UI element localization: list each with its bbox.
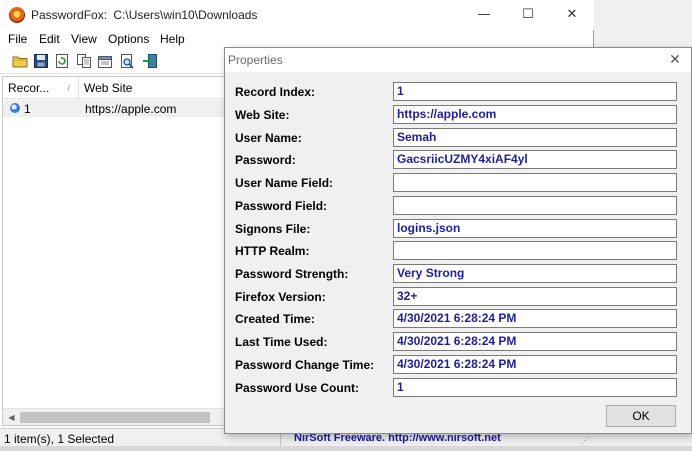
label-http-realm: HTTP Realm: [235, 244, 310, 258]
refresh-icon[interactable] [54, 53, 71, 69]
properties-icon[interactable] [97, 53, 114, 69]
field-web-site[interactable]: https://apple.com [393, 105, 677, 124]
close-button[interactable]: ✕ [550, 4, 594, 26]
dialog-close-button[interactable]: ✕ [663, 49, 687, 71]
field-record-index[interactable]: 1 [393, 82, 677, 101]
field-last-time-used[interactable]: 4/30/2021 6:28:24 PM [393, 332, 677, 351]
exit-icon[interactable] [142, 53, 159, 69]
field-password[interactable]: GacsriicUZMY4xiAF4yl [393, 150, 677, 169]
column-header-record[interactable]: Recor... / [3, 77, 79, 99]
horizontal-scrollbar[interactable]: ◀ [3, 408, 225, 425]
main-title-bar[interactable]: PasswordFox: C:\Users\win10\Downloads — … [0, 0, 594, 30]
scrollbar-thumb[interactable] [20, 412, 210, 423]
menu-help[interactable]: Help [160, 32, 185, 46]
field-password-field[interactable] [393, 196, 677, 215]
label-password-field: Password Field: [235, 199, 328, 213]
record-globe-icon [10, 103, 20, 113]
open-folder-icon[interactable] [12, 53, 29, 69]
label-password-strength: Password Strength: [235, 267, 349, 281]
menu-options[interactable]: Options [108, 32, 149, 46]
label-web-site: Web Site: [235, 108, 290, 122]
field-password-strength[interactable]: Very Strong [393, 264, 677, 283]
field-user-name-field[interactable] [393, 173, 677, 192]
field-password-change-time[interactable]: 4/30/2021 6:28:24 PM [393, 355, 677, 374]
resize-grip-icon[interactable]: ⋰ [580, 434, 592, 446]
main-window-title: PasswordFox: C:\Users\win10\Downloads [31, 8, 257, 22]
field-created-time[interactable]: 4/30/2021 6:28:24 PM [393, 309, 677, 328]
label-record-index: Record Index: [235, 85, 316, 99]
field-user-name[interactable]: Semah [393, 128, 677, 147]
column-header-web-site-label: Web Site [84, 81, 133, 95]
minimize-button[interactable]: — [462, 4, 506, 26]
field-http-realm[interactable] [393, 241, 677, 260]
field-firefox-version[interactable]: 32+ [393, 287, 677, 306]
properties-dialog: Properties ✕ Record Index: 1 Web Site: h… [224, 47, 692, 434]
field-signons-file[interactable]: logins.json [393, 219, 677, 238]
sort-ascending-icon: / [67, 83, 70, 93]
label-user-name-field: User Name Field: [235, 176, 334, 190]
menu-edit[interactable]: Edit [39, 32, 60, 46]
column-header-web-site[interactable]: Web Site [79, 77, 225, 99]
title-app-name: PasswordFox: [31, 8, 108, 22]
label-signons-file: Signons File: [235, 222, 311, 236]
records-list[interactable]: Recor... / Web Site 1 https://apple.com [2, 76, 226, 426]
cell-web-site: https://apple.com [85, 102, 177, 116]
label-created-time: Created Time: [235, 312, 315, 326]
label-last-time-used: Last Time Used: [235, 335, 328, 349]
save-icon[interactable] [33, 53, 50, 69]
ok-button[interactable]: OK [606, 405, 676, 427]
find-icon[interactable] [119, 53, 136, 69]
field-password-use-count[interactable]: 1 [393, 378, 677, 397]
label-password-use-count: Password Use Count: [235, 381, 360, 395]
menu-bar: File Edit View Options Help [0, 30, 594, 48]
label-password: Password: [235, 153, 296, 167]
status-item-count: 1 item(s), 1 Selected [4, 432, 115, 446]
label-user-name: User Name: [235, 131, 302, 145]
menu-file[interactable]: File [8, 32, 27, 46]
cell-record-index: 1 [24, 102, 31, 116]
copy-icon[interactable] [76, 53, 93, 69]
title-path: C:\Users\win10\Downloads [113, 8, 258, 22]
label-password-change-time: Password Change Time: [235, 358, 375, 372]
maximize-button[interactable]: ☐ [506, 4, 550, 26]
scroll-left-icon[interactable]: ◀ [3, 409, 20, 426]
passwordfox-app-icon [9, 7, 25, 23]
desktop-background-bottom [0, 446, 692, 451]
column-header-record-label: Recor... [8, 81, 50, 95]
label-firefox-version: Firefox Version: [235, 290, 326, 304]
menu-view[interactable]: View [71, 32, 97, 46]
table-row[interactable]: 1 https://apple.com [3, 100, 225, 117]
dialog-title-bar[interactable]: Properties ✕ [225, 48, 691, 72]
dialog-title: Properties [228, 53, 283, 67]
